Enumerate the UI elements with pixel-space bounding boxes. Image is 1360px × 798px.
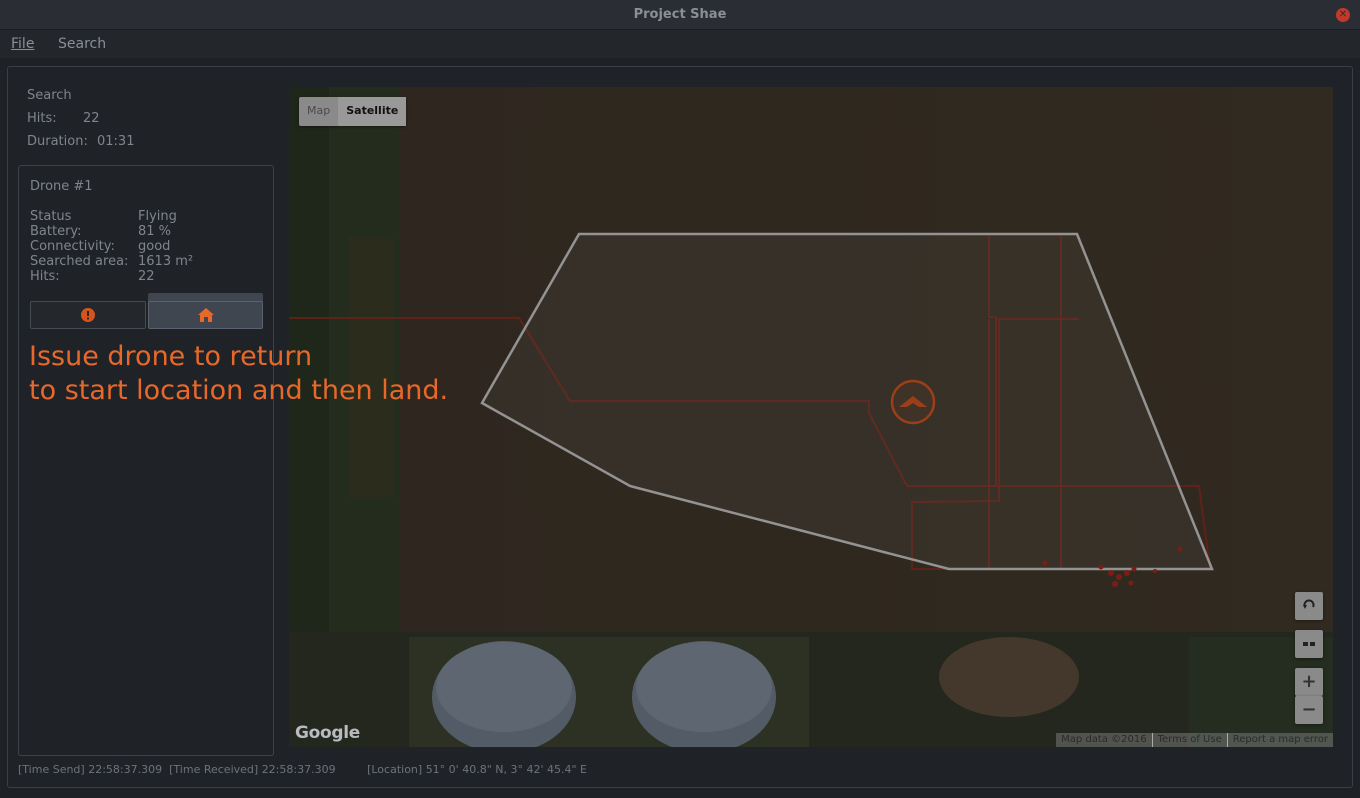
- location-label: [Location]: [367, 763, 423, 776]
- annotation-line-2: to start location and then land.: [29, 375, 449, 406]
- exclamation-icon: [81, 308, 95, 322]
- menu-bar: File Search: [0, 30, 1360, 58]
- annotation-text: Issue drone to return to start location …: [29, 340, 448, 408]
- time-send-label: [Time Send]: [18, 763, 85, 776]
- rotate-button[interactable]: [1295, 592, 1323, 620]
- window-title: Project Shae: [633, 7, 727, 22]
- status-bar: [Time Send] 22:58:37.309 [Time Received]…: [18, 763, 587, 776]
- location-value: 51° 0' 40.8" N, 3° 42' 45.4" E: [425, 763, 587, 776]
- map-view[interactable]: Map Satellite + − Google Map data ©2016 …: [289, 87, 1333, 747]
- satellite-imagery: [289, 87, 1333, 747]
- time-received-label: [Time Received]: [169, 763, 259, 776]
- stat-label: Status: [30, 209, 72, 224]
- drone-stats: Status Flying Battery: 81 % Connectivity: g…: [30, 209, 193, 284]
- stat-value: 22: [138, 269, 155, 284]
- duration-label: Duration:: [27, 134, 88, 149]
- home-icon: [197, 308, 214, 322]
- map-attribution: Map data ©2016 Terms of Use Report a map…: [1056, 733, 1333, 747]
- summary-heading: Search: [27, 88, 72, 103]
- close-icon[interactable]: ✕: [1336, 8, 1350, 22]
- menu-search[interactable]: Search: [58, 36, 106, 52]
- menu-file[interactable]: File: [11, 36, 34, 52]
- report-map-error-link[interactable]: Report a map error: [1226, 733, 1333, 747]
- map-data-text: Map data ©2016: [1061, 734, 1147, 745]
- time-received-value: 22:58:37.309: [261, 763, 336, 776]
- stat-value: Flying: [138, 209, 177, 224]
- map-type-satellite[interactable]: Satellite: [338, 97, 407, 126]
- stat-value: 1613 m²: [138, 254, 194, 269]
- drone-panel: Drone #1 Status Flying Battery: 81 % Conne…: [18, 165, 274, 756]
- tilt-icon: [1303, 642, 1315, 646]
- zoom-out-button[interactable]: −: [1295, 696, 1323, 724]
- google-logo: Google: [295, 723, 361, 743]
- annotation-line-1: Issue drone to return: [29, 341, 313, 372]
- stat-label: Battery:: [30, 224, 82, 239]
- search-summary: Search Hits: 22 Duration: 01:31: [27, 88, 134, 157]
- duration-value: 01:31: [97, 134, 135, 149]
- terms-of-use-link[interactable]: Terms of Use: [1151, 733, 1227, 747]
- hits-value: 22: [83, 111, 100, 126]
- stat-value: good: [138, 239, 171, 254]
- stat-label: Hits:: [30, 269, 60, 284]
- hits-label: Hits:: [27, 111, 57, 126]
- tilt-button[interactable]: [1295, 630, 1323, 658]
- time-send-value: 22:58:37.309: [88, 763, 163, 776]
- title-bar: Project Shae ✕: [0, 0, 1360, 30]
- stat-label: Connectivity:: [30, 239, 115, 254]
- stat-value: 81 %: [138, 224, 172, 239]
- emergency-button[interactable]: [30, 301, 146, 329]
- drone-name: Drone #1: [30, 179, 93, 194]
- stat-label: Searched area:: [30, 254, 129, 269]
- zoom-in-button[interactable]: +: [1295, 668, 1323, 696]
- map-type-map[interactable]: Map: [299, 97, 338, 126]
- rotate-icon: [1303, 599, 1315, 609]
- return-home-button[interactable]: [148, 301, 263, 329]
- map-type-toggle: Map Satellite: [299, 97, 407, 126]
